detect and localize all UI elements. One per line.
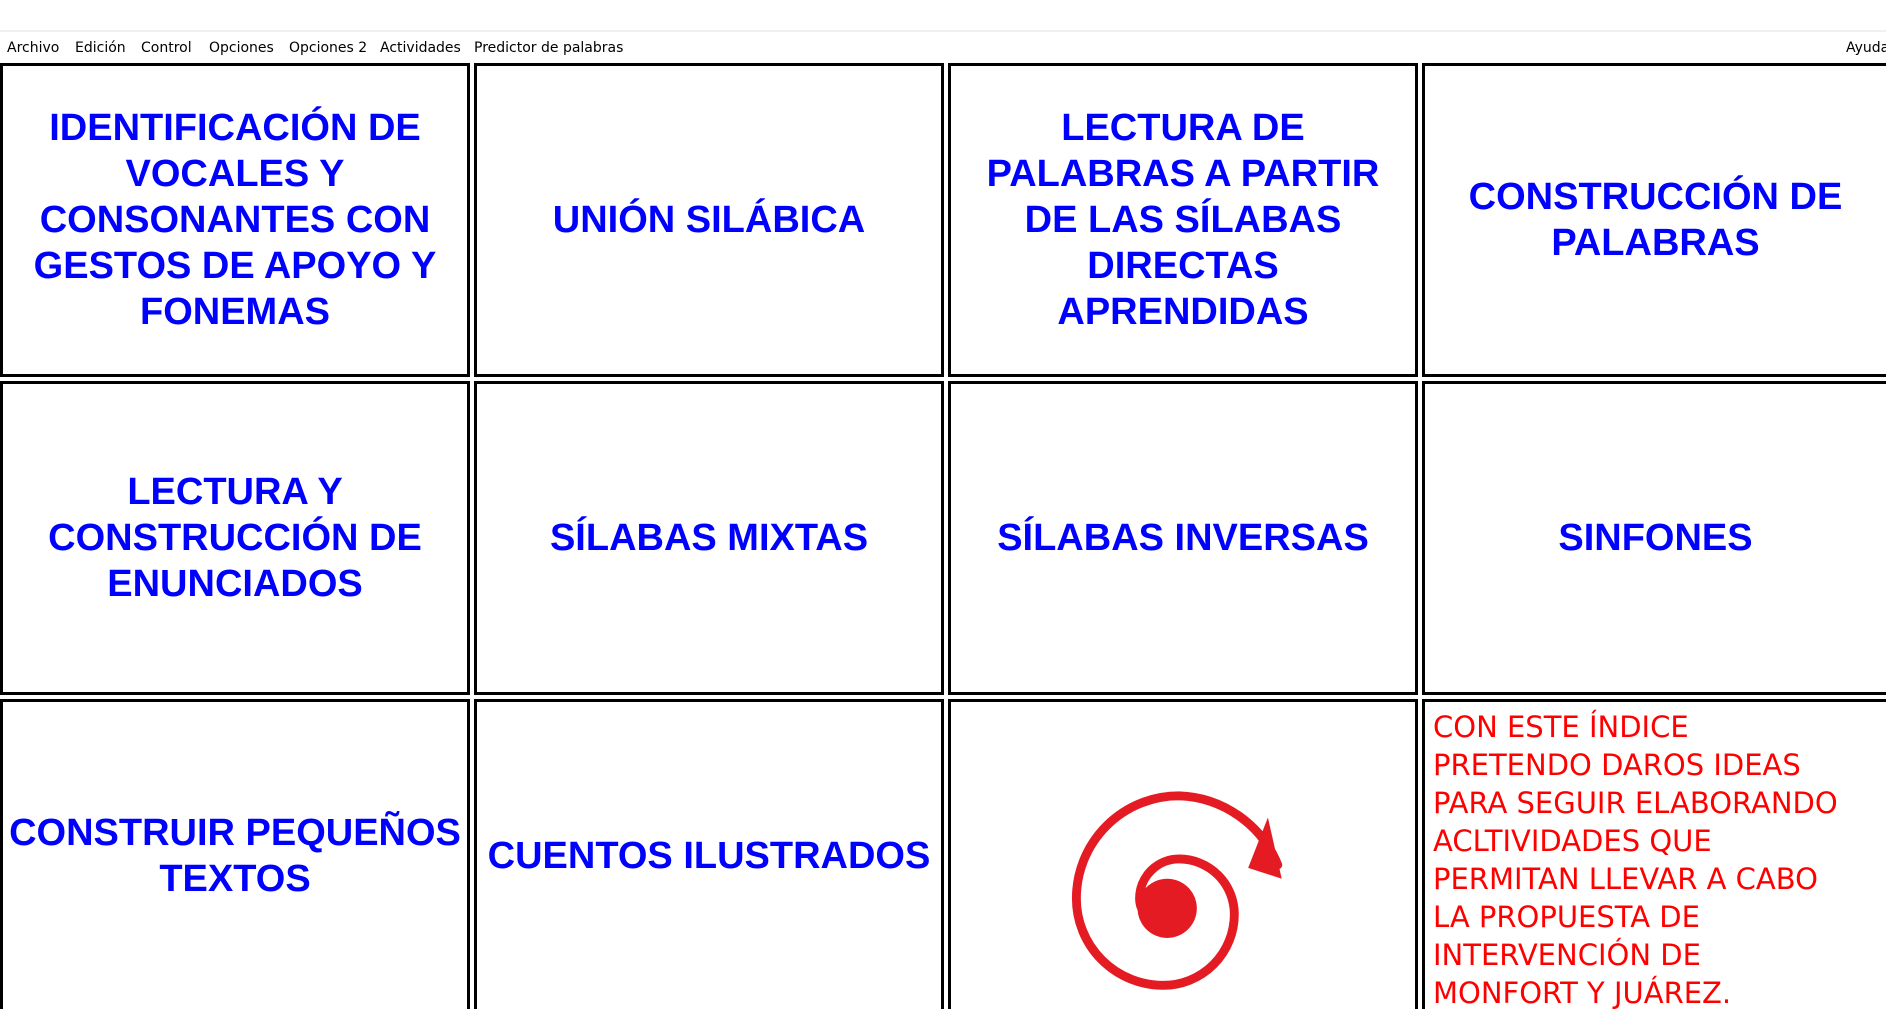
- cell-label: SÍLABAS MIXTAS: [542, 515, 876, 561]
- cell-label: LECTURA Y CONSTRUCCIÓN DE ENUNCIADOS: [3, 469, 467, 607]
- cell-construccion-palabras[interactable]: CONSTRUCCIÓN DE PALABRAS: [1422, 63, 1886, 377]
- cell-sinfones[interactable]: SINFONES: [1422, 381, 1886, 695]
- menu-actividades[interactable]: Actividades: [380, 40, 461, 56]
- cell-label: SÍLABAS INVERSAS: [989, 515, 1377, 561]
- menu-control[interactable]: Control: [141, 40, 192, 56]
- cell-lectura-construccion-enunciados[interactable]: LECTURA Y CONSTRUCCIÓN DE ENUNCIADOS: [0, 381, 470, 695]
- cell-cuentos-ilustrados[interactable]: CUENTOS ILUSTRADOS: [474, 699, 944, 1009]
- menu-opciones-2[interactable]: Opciones 2: [289, 40, 367, 56]
- menu-edicion[interactable]: Edición: [75, 40, 126, 56]
- cell-label: SINFONES: [1550, 515, 1760, 561]
- cell-label: CONSTRUIR PEQUEÑOS TEXTOS: [3, 810, 467, 902]
- menu-opciones[interactable]: Opciones: [209, 40, 274, 56]
- menu-predictor-de-palabras[interactable]: Predictor de palabras: [474, 40, 623, 56]
- cell-label: IDENTIFICACIÓN DE VOCALES Y CONSONANTES …: [3, 105, 467, 335]
- cell-label: LECTURA DE PALABRAS A PARTIR DE LAS SÍLA…: [951, 105, 1415, 335]
- cell-identificacion-vocales[interactable]: IDENTIFICACIÓN DE VOCALES Y CONSONANTES …: [0, 63, 470, 377]
- cell-silabas-mixtas[interactable]: SÍLABAS MIXTAS: [474, 381, 944, 695]
- activity-grid: IDENTIFICACIÓN DE VOCALES Y CONSONANTES …: [0, 62, 1886, 1004]
- cell-lectura-palabras[interactable]: LECTURA DE PALABRAS A PARTIR DE LAS SÍLA…: [948, 63, 1418, 377]
- menu-ayuda[interactable]: Ayuda: [1846, 40, 1886, 56]
- cell-spiral[interactable]: [948, 699, 1418, 1009]
- cell-label: UNIÓN SILÁBICA: [545, 197, 873, 243]
- menu-bar: Archivo Edición Control Opciones Opcione…: [0, 36, 1886, 62]
- cell-union-silabica[interactable]: UNIÓN SILÁBICA: [474, 63, 944, 377]
- cell-construir-textos[interactable]: CONSTRUIR PEQUEÑOS TEXTOS: [0, 699, 470, 1009]
- window-title-strip: [0, 0, 1886, 32]
- cell-label: CUENTOS ILUSTRADOS: [486, 833, 933, 879]
- spiral-arrow-icon: [951, 701, 1415, 1009]
- menu-archivo[interactable]: Archivo: [7, 40, 59, 56]
- note-text: CON ESTE ÍNDICE PRETENDO DAROS IDEAS PAR…: [1425, 702, 1846, 1009]
- cell-silabas-inversas[interactable]: SÍLABAS INVERSAS: [948, 381, 1418, 695]
- cell-nota-indice: CON ESTE ÍNDICE PRETENDO DAROS IDEAS PAR…: [1422, 699, 1886, 1009]
- cell-label: CONSTRUCCIÓN DE PALABRAS: [1425, 174, 1886, 266]
